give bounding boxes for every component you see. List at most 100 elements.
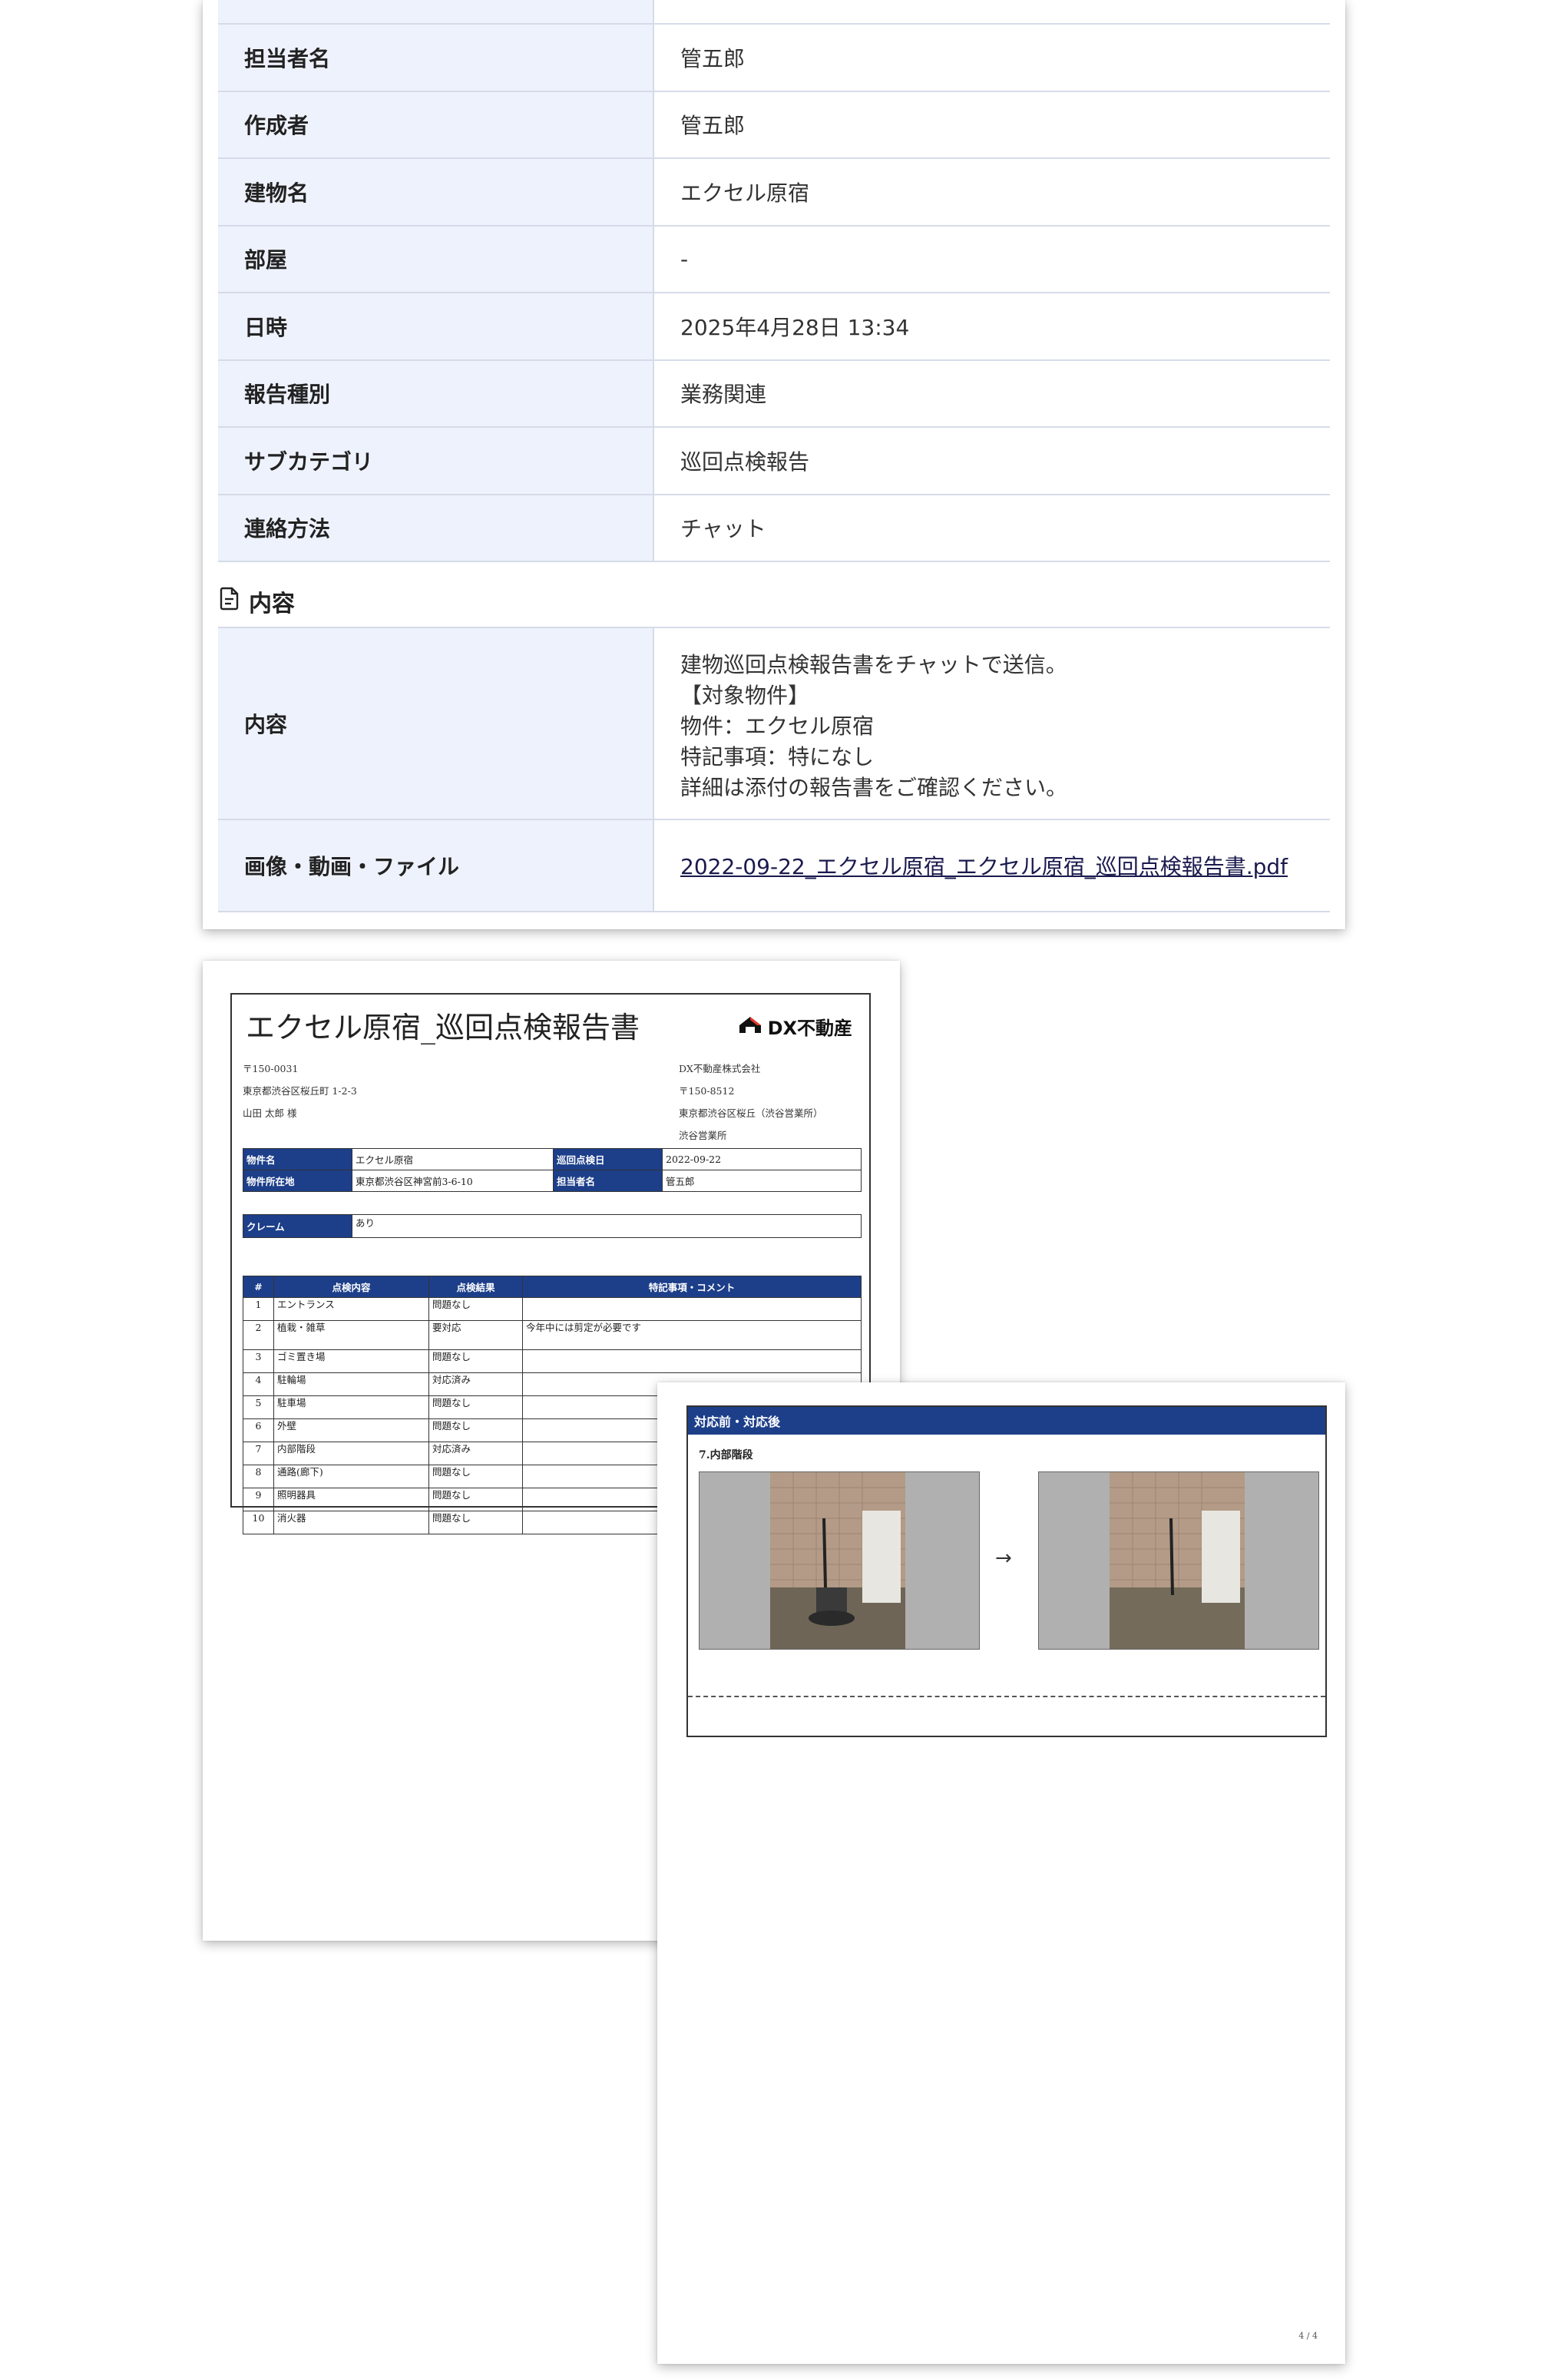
row-item: 外壁 [273, 1418, 429, 1442]
content-row: 内容 建物巡回点検報告書をチャットで送信。 【対象物件】 物件：エクセル原宿 特… [218, 628, 1330, 820]
creator-label: 作成者 [218, 91, 654, 157]
row-number: 10 [243, 1511, 274, 1534]
room-label: 部屋 [218, 226, 654, 292]
detail-row-room: 部屋 - [218, 226, 1330, 293]
row-result: 対応済み [428, 1372, 523, 1396]
before-after-title: 対応前・対応後 [688, 1407, 1325, 1435]
staff-value: 管五郎 [662, 1170, 862, 1192]
detail-row-datetime: 日時 2025年4月28日 13:34 [218, 293, 1330, 361]
row-number: 3 [243, 1349, 274, 1373]
property-info-table: 物件名 エクセル原宿 巡回点検日 2022-09-22 物件所在地 東京都渋谷区… [243, 1148, 862, 1192]
property-name-value: エクセル原宿 [352, 1148, 554, 1170]
staff-label: 担当者名 [553, 1170, 663, 1192]
logo-text: DX不動産 [767, 1018, 852, 1039]
table-row: 1 エントランス 問題なし [243, 1297, 862, 1321]
row-result: 要対応 [428, 1320, 523, 1350]
spacer-label [218, 0, 654, 23]
file-row: 画像・動画・ファイル 2022-09-22_エクセル原宿_エクセル原宿_巡回点検… [218, 820, 1330, 912]
recipient-address: 〒150-0031 東京都渋谷区桜丘町 1-2-3 山田 太郎 様 [243, 1058, 357, 1124]
row-item: 駐車場 [273, 1395, 429, 1419]
row-comment [522, 1297, 862, 1321]
content-line: 詳細は添付の報告書をご確認ください。 [680, 775, 1068, 800]
row-result: 問題なし [428, 1349, 523, 1373]
inspection-date-value: 2022-09-22 [662, 1148, 862, 1170]
row-item: エントランス [273, 1297, 429, 1321]
row-result: 問題なし [428, 1488, 523, 1511]
report-title: エクセル原宿_巡回点検報告書 [246, 1011, 640, 1044]
detail-row-contact-method: 連絡方法 チャット [218, 495, 1330, 562]
row-result: 問題なし [428, 1465, 523, 1488]
col-header-comment: 特記事項・コメント [522, 1276, 862, 1298]
divider-dashed [688, 1696, 1325, 1697]
after-photo [1038, 1471, 1319, 1650]
document-icon [218, 586, 241, 617]
row-number: 7 [243, 1442, 274, 1465]
row-number: 4 [243, 1372, 274, 1396]
claim-label: クレーム [243, 1214, 352, 1238]
attachment-link[interactable]: 2022-09-22_エクセル原宿_エクセル原宿_巡回点検報告書.pdf [680, 850, 1288, 881]
report-detail-card: 担当者名 管五郎 作成者 管五郎 建物名 エクセル原宿 部屋 - 日時 2025… [203, 0, 1345, 929]
room-value: - [680, 246, 689, 272]
row-number: 1 [243, 1297, 274, 1321]
datetime-label: 日時 [218, 293, 654, 359]
row-item: 照明器具 [273, 1488, 429, 1511]
row-result: 問題なし [428, 1395, 523, 1419]
detail-table: 担当者名 管五郎 作成者 管五郎 建物名 エクセル原宿 部屋 - 日時 2025… [218, 0, 1330, 562]
inspection-date-label: 巡回点検日 [553, 1148, 663, 1170]
assignee-value: 管五郎 [680, 45, 746, 71]
creator-value: 管五郎 [680, 113, 746, 139]
row-number: 2 [243, 1320, 274, 1350]
subcategory-label: サブカテゴリ [218, 428, 654, 494]
building-label: 建物名 [218, 159, 654, 225]
table-row: 2 植栽・雑草 要対応 今年中には剪定が必要です [243, 1320, 862, 1350]
row-number: 8 [243, 1465, 274, 1488]
contact-method-value: チャット [680, 516, 766, 542]
content-label: 内容 [218, 628, 654, 819]
row-comment: 今年中には剪定が必要です [522, 1320, 862, 1350]
contact-method-label: 連絡方法 [218, 495, 654, 561]
row-result: 問題なし [428, 1511, 523, 1534]
row-result: 対応済み [428, 1442, 523, 1465]
row-number: 5 [243, 1395, 274, 1419]
company-logo: DX不動産 [737, 1013, 852, 1040]
claim-value: あり [352, 1214, 862, 1238]
row-item: 内部階段 [273, 1442, 429, 1465]
content-line: 特記事項：特になし [680, 744, 875, 770]
row-item: 駐輪場 [273, 1372, 429, 1396]
sender-company: DX不動産株式会社 [679, 1063, 761, 1074]
content-section-title: 内容 [249, 591, 295, 617]
table-row: 3 ゴミ置き場 問題なし [243, 1349, 862, 1373]
recipient-street: 東京都渋谷区桜丘町 1-2-3 [243, 1085, 357, 1097]
row-number: 9 [243, 1488, 274, 1511]
spacer-value [654, 0, 1330, 23]
arrow-icon: → [995, 1547, 1012, 1570]
report-type-value: 業務関連 [680, 382, 767, 408]
pdf-preview-page-4[interactable]: 対応前・対応後 7.内部階段 → 4 / 4 [657, 1382, 1345, 2364]
file-value: 2022-09-22_エクセル原宿_エクセル原宿_巡回点検報告書.pdf [654, 820, 1330, 911]
house-logo-icon [737, 1015, 763, 1039]
claim-table: クレーム あり [243, 1214, 862, 1238]
page-number: 4 / 4 [1298, 2331, 1318, 2341]
content-table: 内容 建物巡回点検報告書をチャットで送信。 【対象物件】 物件：エクセル原宿 特… [218, 627, 1330, 912]
row-number: 6 [243, 1418, 274, 1442]
content-value: 建物巡回点検報告書をチャットで送信。 【対象物件】 物件：エクセル原宿 特記事項… [654, 628, 1330, 819]
content-line: 物件：エクセル原宿 [680, 713, 875, 739]
before-after-item-title: 7.内部階段 [699, 1449, 753, 1461]
content-line: 建物巡回点検報告書をチャットで送信。 [680, 652, 1067, 677]
sender-postal: 〒150-8512 [679, 1085, 735, 1097]
before-after-section: 対応前・対応後 7.内部階段 → [686, 1405, 1327, 1737]
datetime-value: 2025年4月28日 13:34 [680, 314, 910, 340]
property-location-label: 物件所在地 [243, 1170, 352, 1192]
row-item: ゴミ置き場 [273, 1349, 429, 1373]
col-header-item: 点検内容 [273, 1276, 429, 1298]
sender-address: DX不動産株式会社 〒150-8512 東京都渋谷区桜丘（渋谷営業所） 渋谷営業… [679, 1058, 823, 1147]
content-section-header: 内容 [218, 582, 295, 621]
property-name-label: 物件名 [243, 1148, 352, 1170]
detail-row-subcategory: サブカテゴリ 巡回点検報告 [218, 428, 1330, 495]
property-location-value: 東京都渋谷区神宮前3-6-10 [352, 1170, 554, 1192]
detail-row-creator: 作成者 管五郎 [218, 91, 1330, 159]
row-item: 消火器 [273, 1511, 429, 1534]
col-header-result: 点検結果 [428, 1276, 523, 1298]
detail-row-building: 建物名 エクセル原宿 [218, 159, 1330, 227]
detail-row-assignee: 担当者名 管五郎 [218, 25, 1330, 92]
